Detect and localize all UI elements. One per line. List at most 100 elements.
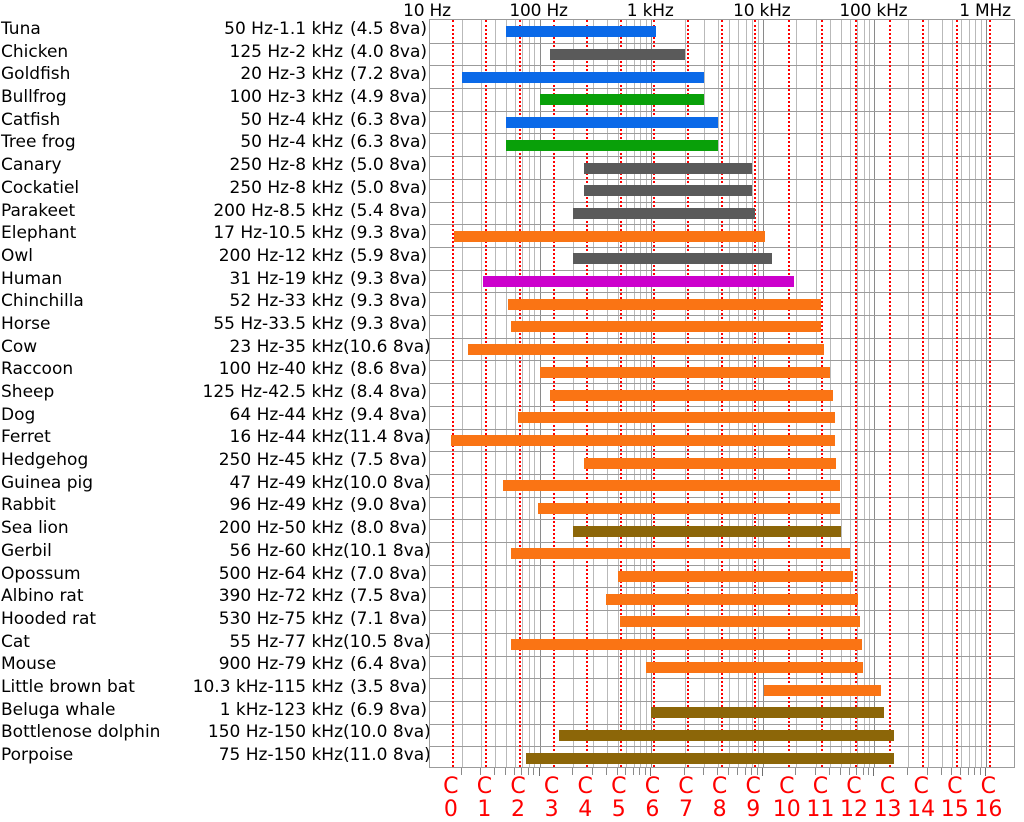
note-label-c9: C9 [746,776,761,821]
animal-name: Opossum [1,563,81,584]
note-letter: C [913,774,929,799]
hearing-range-text: 1 kHz-123 kHz [219,699,343,720]
hearing-range-chart: 10 Hz 100 Hz 1 kHz 10 kHz 100 kHz 1 MHz Tuna 5… [0,0,1024,822]
axis-tick [539,768,540,776]
octave-span-text: (7.1 8va) [350,608,427,629]
range-bar [550,389,833,401]
range-bar [506,117,719,129]
hearing-range-text: 250 Hz-8 kHz [229,155,343,176]
octave-span-text: (8.6 8va) [350,359,427,380]
range-bar [510,321,822,333]
hearing-range-text: 96 Hz-49 kHz [229,495,343,516]
range-bar [584,457,836,469]
hearing-range-text: 150 Hz-150 kHz [207,722,343,743]
freq-axis-label-5: 1 MHz [959,1,1011,21]
axis-tick [840,768,841,775]
animal-name: Chicken [1,41,69,62]
table-row: Bullfrog 100 Hz-3 kHz (4.9 8va) [0,87,427,110]
table-row: Rabbit 96 Hz-49 kHz (9.0 8va) [0,495,427,518]
axis-tick [494,768,495,775]
hearing-range-text: 125 Hz-42.5 kHz [202,382,344,402]
table-row: Bottlenose dolphin 150 Hz-150 kHz (10.0 8v… [0,722,431,745]
hearing-range-text: 16 Hz-44 kHz [229,427,343,448]
octave-span-text: (5.0 8va) [350,177,427,198]
note-letter: C [947,774,963,799]
octave-span-text: (10.0 8va) [343,472,431,493]
table-row: Cat 55 Hz-77 kHz (10.5 8va) [0,631,431,655]
animal-name: Rabbit [1,495,56,516]
animal-name: Albino rat [1,586,84,607]
note-label-c13: C 13 [874,776,902,821]
table-row: Guinea pig 47 Hz-49 kHz (10.0 8va) [0,472,431,496]
note-letter: C [879,774,896,799]
table-row: Owl 200 Hz-12 kHz (5.9 8va) [0,246,427,269]
axis-tick [633,768,634,775]
table-row: Albino rat 390 Hz-72 kHz (7.5 8va) [0,586,427,609]
animal-name: Porpoise [1,745,74,765]
axis-tick [762,768,763,776]
note-label-c6: C6 [645,776,660,821]
table-row: Canary 250 Hz-8 kHz (5.0 8va) [0,155,427,178]
note-octave-number: 15 [940,797,969,822]
octave-span-text: (9.3 8va) [350,223,427,244]
range-bar [450,434,835,446]
range-bar [517,412,835,424]
hearing-range-text: 250 Hz-45 kHz [218,450,343,471]
table-row: Mouse 900 Hz-79 kHz (6.4 8va) [0,654,427,677]
axis-tick [606,768,607,775]
note-octave-number: 1 [477,797,492,822]
table-row: Beluga whale 1 kHz-123 kHz (6.9 8va) [0,700,427,723]
table-row: Tuna 50 Hz-1.1 kHz (4.5 8va) [0,19,427,42]
note-label-c3: C3 [544,776,559,821]
note-gridline-c15 [955,20,958,767]
table-row: Tree frog 50 Hz-4 kHz (6.3 8va) [0,132,427,155]
table-row: Ferret 16 Hz-44 kHz (11.4 8va) [0,427,431,450]
hearing-range-text: 50 Hz-1.1 kHz [224,19,343,39]
octave-span-text: (6.3 8va) [350,132,427,153]
animal-name: Hooded rat [1,608,97,629]
range-bar [461,71,705,83]
table-row: Little brown bat 10.3 kHz-115 kHz (3.5 8va… [0,677,427,700]
note-octave-number: 7 [678,797,693,822]
range-bar [468,344,824,356]
table-row: Parakeet 200 Hz-8.5 kHz (5.4 8va) [0,201,427,224]
octave-span-text: (7.5 8va) [350,586,427,607]
note-letter: C [443,774,459,799]
table-row: Catfish 50 Hz-4 kHz (6.3 8va) [0,110,427,133]
animal-name: Cat [1,631,30,652]
animal-name: Cockatiel [1,177,80,198]
range-bar [646,661,863,673]
freq-axis-label-1: 100 Hz [509,1,568,21]
table-row: Hooded rat 530 Hz-75 kHz (7.1 8va) [0,609,427,632]
hearing-range-text: 47 Hz-49 kHz [229,472,343,493]
hearing-range-text: 10.3 kHz-115 kHz [192,676,343,697]
range-bar [764,684,882,696]
note-gridline-c12 [854,20,857,767]
axis-tick [528,768,529,775]
hearing-range-text: 100 Hz-3 kHz [229,87,343,108]
note-label-c12: C 12 [840,776,868,821]
axis-tick [795,768,796,775]
table-row: Chinchilla 52 Hz-33 kHz (9.3 8va) [0,291,427,314]
hearing-range-text: 20 Hz-3 kHz [240,64,343,85]
range-bar [537,502,840,514]
octave-span-text: (5.9 8va) [350,245,427,266]
range-bar [482,276,794,287]
axis-tick [728,768,729,775]
range-bar [617,571,853,583]
octave-span-text: (5.4 8va) [350,200,427,221]
range-bar [550,49,685,61]
range-bar [573,525,841,537]
hearing-range-text: 390 Hz-72 kHz [218,586,343,607]
octave-span-text: (9.3 8va) [350,268,427,289]
note-letter: C [678,774,694,799]
table-row: Raccoon 100 Hz-40 kHz (8.6 8va) [0,359,427,382]
note-octave-number: 10 [772,797,801,822]
note-letter: C [577,774,593,799]
axis-tick [829,768,830,775]
note-letter: C [644,774,661,799]
note-letter: C [510,774,526,799]
table-row: Dog 64 Hz-44 kHz (9.4 8va) [0,405,427,428]
animal-name: Catfish [1,109,61,130]
hearing-range-text: 200 Hz-8.5 kHz [213,200,343,221]
